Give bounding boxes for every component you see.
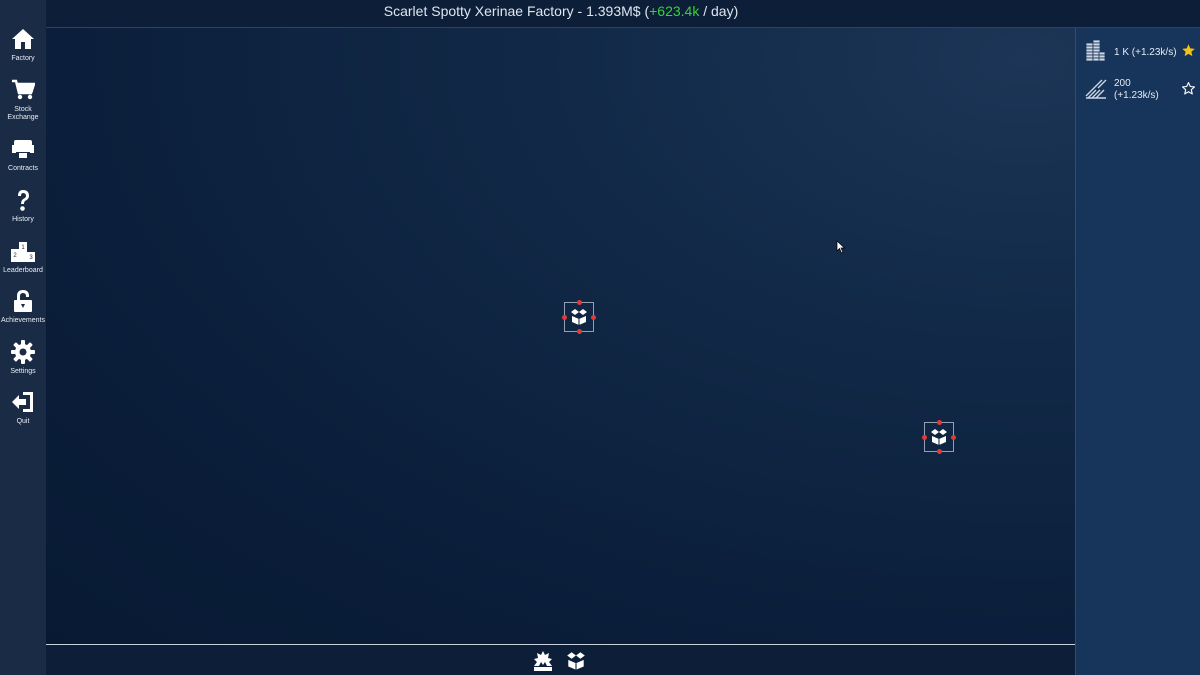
sidebar-item-label: Factory [11,55,35,62]
exit-icon [10,389,36,415]
packager-tool[interactable] [565,650,587,672]
sidebar-item-label: Settings [10,368,36,375]
home-icon [10,26,36,52]
mining-machine-tool[interactable] [532,650,554,672]
cart-icon [10,77,36,103]
question-icon [10,187,36,213]
port-top[interactable] [577,300,582,305]
factory-title: Scarlet Spotty Xerinae Factory - 1.393M$… [46,3,1076,19]
game-screen: Factory Stock Exchange Contracts History… [0,0,1200,675]
resource-amount: 1 K (+1.23k/s) [1114,47,1177,58]
resource-amount: 200 [1114,78,1131,89]
sidebar-item-label: History [12,216,34,223]
lock-icon [10,288,36,314]
port-bottom[interactable] [937,449,942,454]
podium-icon: 123 [10,238,36,264]
mining-machine-icon [534,651,552,671]
port-left[interactable] [562,315,567,320]
resource-ore[interactable]: 200 (+1.23k/s) [1084,76,1196,106]
sidebar-item-contracts[interactable]: Contracts [0,136,46,173]
port-right[interactable] [951,435,956,440]
sidebar: Factory Stock Exchange Contracts History… [0,0,46,675]
factory-title-text: Scarlet Spotty Xerinae Factory - 1.393M$… [383,3,650,19]
port-left[interactable] [922,435,927,440]
sidebar-item-label: Achievements [1,317,45,324]
contracts-icon [10,136,36,162]
sidebar-item-label: Quit [16,418,30,425]
mouse-cursor-icon [836,240,846,254]
resource-rate: (+1.23k/s) [1114,90,1159,101]
sidebar-item-label: Contracts [8,165,38,172]
sidebar-item-settings[interactable]: Settings [0,339,46,376]
top-bar: Scarlet Spotty Xerinae Factory - 1.393M$… [46,0,1200,28]
sidebar-item-leaderboard[interactable]: 123 Leaderboard [0,238,46,275]
resource-coins[interactable]: 1 K (+1.23k/s) [1084,39,1196,69]
port-right[interactable] [591,315,596,320]
open-box-icon [931,429,947,445]
coin-stack-icon [1085,39,1106,62]
open-box-icon [567,652,585,670]
sidebar-item-label: Stock Exchange [7,106,39,121]
star-filled-icon[interactable] [1181,43,1196,58]
sidebar-item-label: Leaderboard [3,267,43,274]
star-outline-icon[interactable] [1181,81,1196,96]
factory-canvas[interactable] [46,28,1075,644]
sidebar-item-achievements[interactable]: Achievements [0,288,46,325]
build-toolbar [46,644,1075,675]
gear-icon [10,339,36,365]
packager-machine[interactable] [562,300,596,334]
sidebar-item-quit[interactable]: Quit [0,389,46,426]
open-box-icon [571,309,587,325]
packager-machine[interactable] [922,420,956,454]
daily-gain: +623.4k [649,3,700,19]
port-bottom[interactable] [577,329,582,334]
sidebar-item-stock-exchange[interactable]: Stock Exchange [0,77,46,122]
factory-title-suffix: / day) [699,3,739,19]
port-top[interactable] [937,420,942,425]
resource-panel: 1 K (+1.23k/s) 200 (+1.23k/s) [1075,28,1200,675]
sidebar-item-factory[interactable]: Factory [0,26,46,63]
sidebar-item-history[interactable]: History [0,187,46,224]
ore-pile-icon [1085,79,1107,99]
